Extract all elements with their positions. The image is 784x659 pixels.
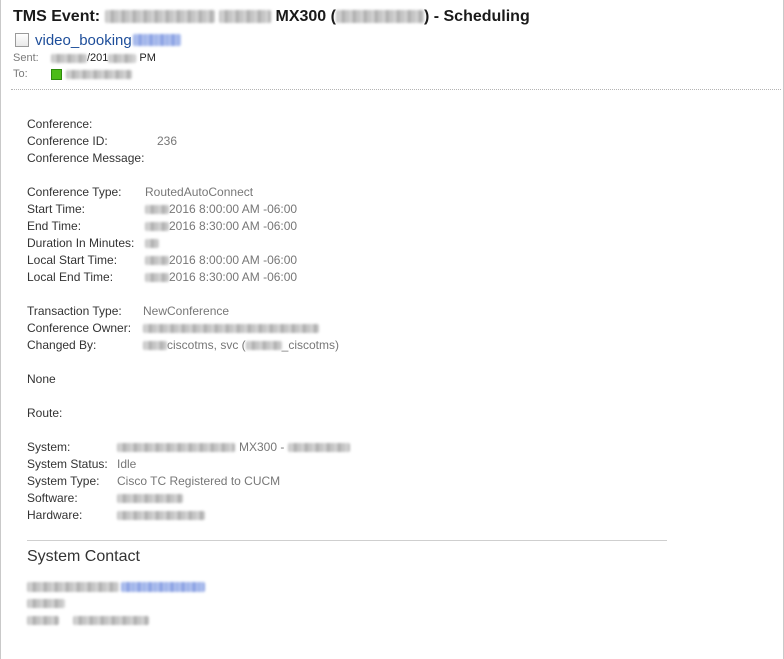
system-group: System: MX300 - System Status: Idle Syst… [27, 439, 747, 524]
redacted-text [288, 443, 351, 452]
system-status-label: System Status: [27, 457, 108, 471]
redacted-text [27, 616, 59, 625]
start-time-label: Start Time: [27, 202, 86, 216]
redacted-text [145, 222, 169, 231]
local-end-label: Local End Time: [27, 270, 114, 284]
transaction-group: Transaction Type: NewConference Conferen… [27, 303, 747, 354]
email-body: Conference: Conference ID: 236 Conferenc… [27, 116, 747, 541]
to-label: To: [13, 68, 28, 80]
redacted-text [51, 53, 87, 63]
redacted-text [145, 205, 169, 214]
redacted-text [117, 443, 235, 452]
redacted-text [219, 10, 272, 24]
presence-status-icon [51, 68, 62, 80]
system-contact-details [27, 578, 205, 629]
email-subject: TMS Event: MX300 ( ) - Scheduling [13, 6, 773, 28]
transaction-type-value: NewConference [143, 304, 230, 318]
changed-by-label: Changed By: [27, 338, 97, 352]
sent-suffix: PM [139, 52, 156, 64]
conference-type-value: RoutedAutoConnect [145, 185, 254, 199]
sender-name[interactable]: video_booking [35, 32, 132, 49]
end-time-value: 2016 8:30:00 AM -06:00 [169, 219, 298, 233]
redacted-text [117, 494, 183, 503]
header-divider [11, 89, 781, 90]
start-time-value: 2016 8:00:00 AM -06:00 [169, 202, 298, 216]
local-start-value: 2016 8:00:00 AM -06:00 [169, 253, 298, 267]
redacted-text [145, 256, 169, 265]
sent-row: Sent: /201 PM [13, 50, 773, 66]
schedule-group: Conference Type: RoutedAutoConnect Start… [27, 184, 747, 286]
conference-id-value: 236 [157, 134, 178, 148]
redacted-text [143, 324, 319, 333]
system-value: MX300 - [239, 440, 285, 454]
system-type-value: Cisco TC Registered to CUCM [117, 474, 281, 488]
email-reading-pane: TMS Event: MX300 ( ) - Scheduling video_b… [0, 0, 784, 659]
sent-year: /201 [87, 52, 109, 64]
redacted-text [145, 273, 169, 282]
redacted-text [245, 341, 282, 350]
subject-prefix: TMS Event: [13, 8, 101, 25]
contact-divider [27, 540, 667, 541]
redacted-text [27, 581, 119, 592]
conference-group: Conference: Conference ID: 236 Conferenc… [27, 116, 747, 167]
conference-owner-label: Conference Owner: [27, 321, 132, 335]
route-label: Route: [27, 406, 63, 420]
redacted-text [117, 511, 205, 520]
redacted-text [132, 34, 181, 46]
transaction-type-label: Transaction Type: [27, 304, 122, 318]
redacted-text [73, 616, 149, 625]
redacted-text [27, 599, 65, 608]
none-text: None [27, 372, 56, 386]
select-checkbox[interactable] [15, 33, 29, 47]
redacted-email-link[interactable] [121, 581, 205, 592]
changed-by-value-b: _ciscotms) [281, 338, 340, 352]
redacted-text [108, 53, 137, 63]
subject-model: MX300 ( [275, 8, 336, 25]
sent-label: Sent: [13, 52, 39, 64]
conference-id-label: Conference ID: [27, 134, 108, 148]
email-header: TMS Event: MX300 ( ) - Scheduling video_b… [13, 6, 773, 82]
duration-label: Duration In Minutes: [27, 236, 135, 250]
redacted-text [104, 10, 215, 24]
pane-border [0, 0, 1, 659]
none-group: None [27, 371, 747, 388]
system-label: System: [27, 440, 71, 454]
end-time-label: End Time: [27, 219, 82, 233]
local-end-value: 2016 8:30:00 AM -06:00 [169, 270, 298, 284]
system-contact-title: System Contact [27, 548, 140, 565]
route-group: Route: [27, 405, 747, 422]
to-row: To: [13, 66, 773, 82]
sender-row: video_booking [13, 30, 773, 50]
system-type-label: System Type: [27, 474, 100, 488]
system-status-value: Idle [117, 457, 137, 471]
conference-label: Conference: [27, 117, 93, 131]
conference-message-label: Conference Message: [27, 151, 145, 165]
changed-by-value-a: ciscotms, svc ( [167, 338, 246, 352]
subject-suffix: ) - Scheduling [423, 8, 530, 25]
conference-type-label: Conference Type: [27, 185, 122, 199]
redacted-text [145, 239, 159, 248]
hardware-label: Hardware: [27, 508, 83, 522]
redacted-recipient[interactable] [66, 69, 132, 79]
software-label: Software: [27, 491, 78, 505]
local-start-label: Local Start Time: [27, 253, 118, 267]
redacted-text [335, 10, 424, 24]
redacted-text [143, 341, 167, 350]
